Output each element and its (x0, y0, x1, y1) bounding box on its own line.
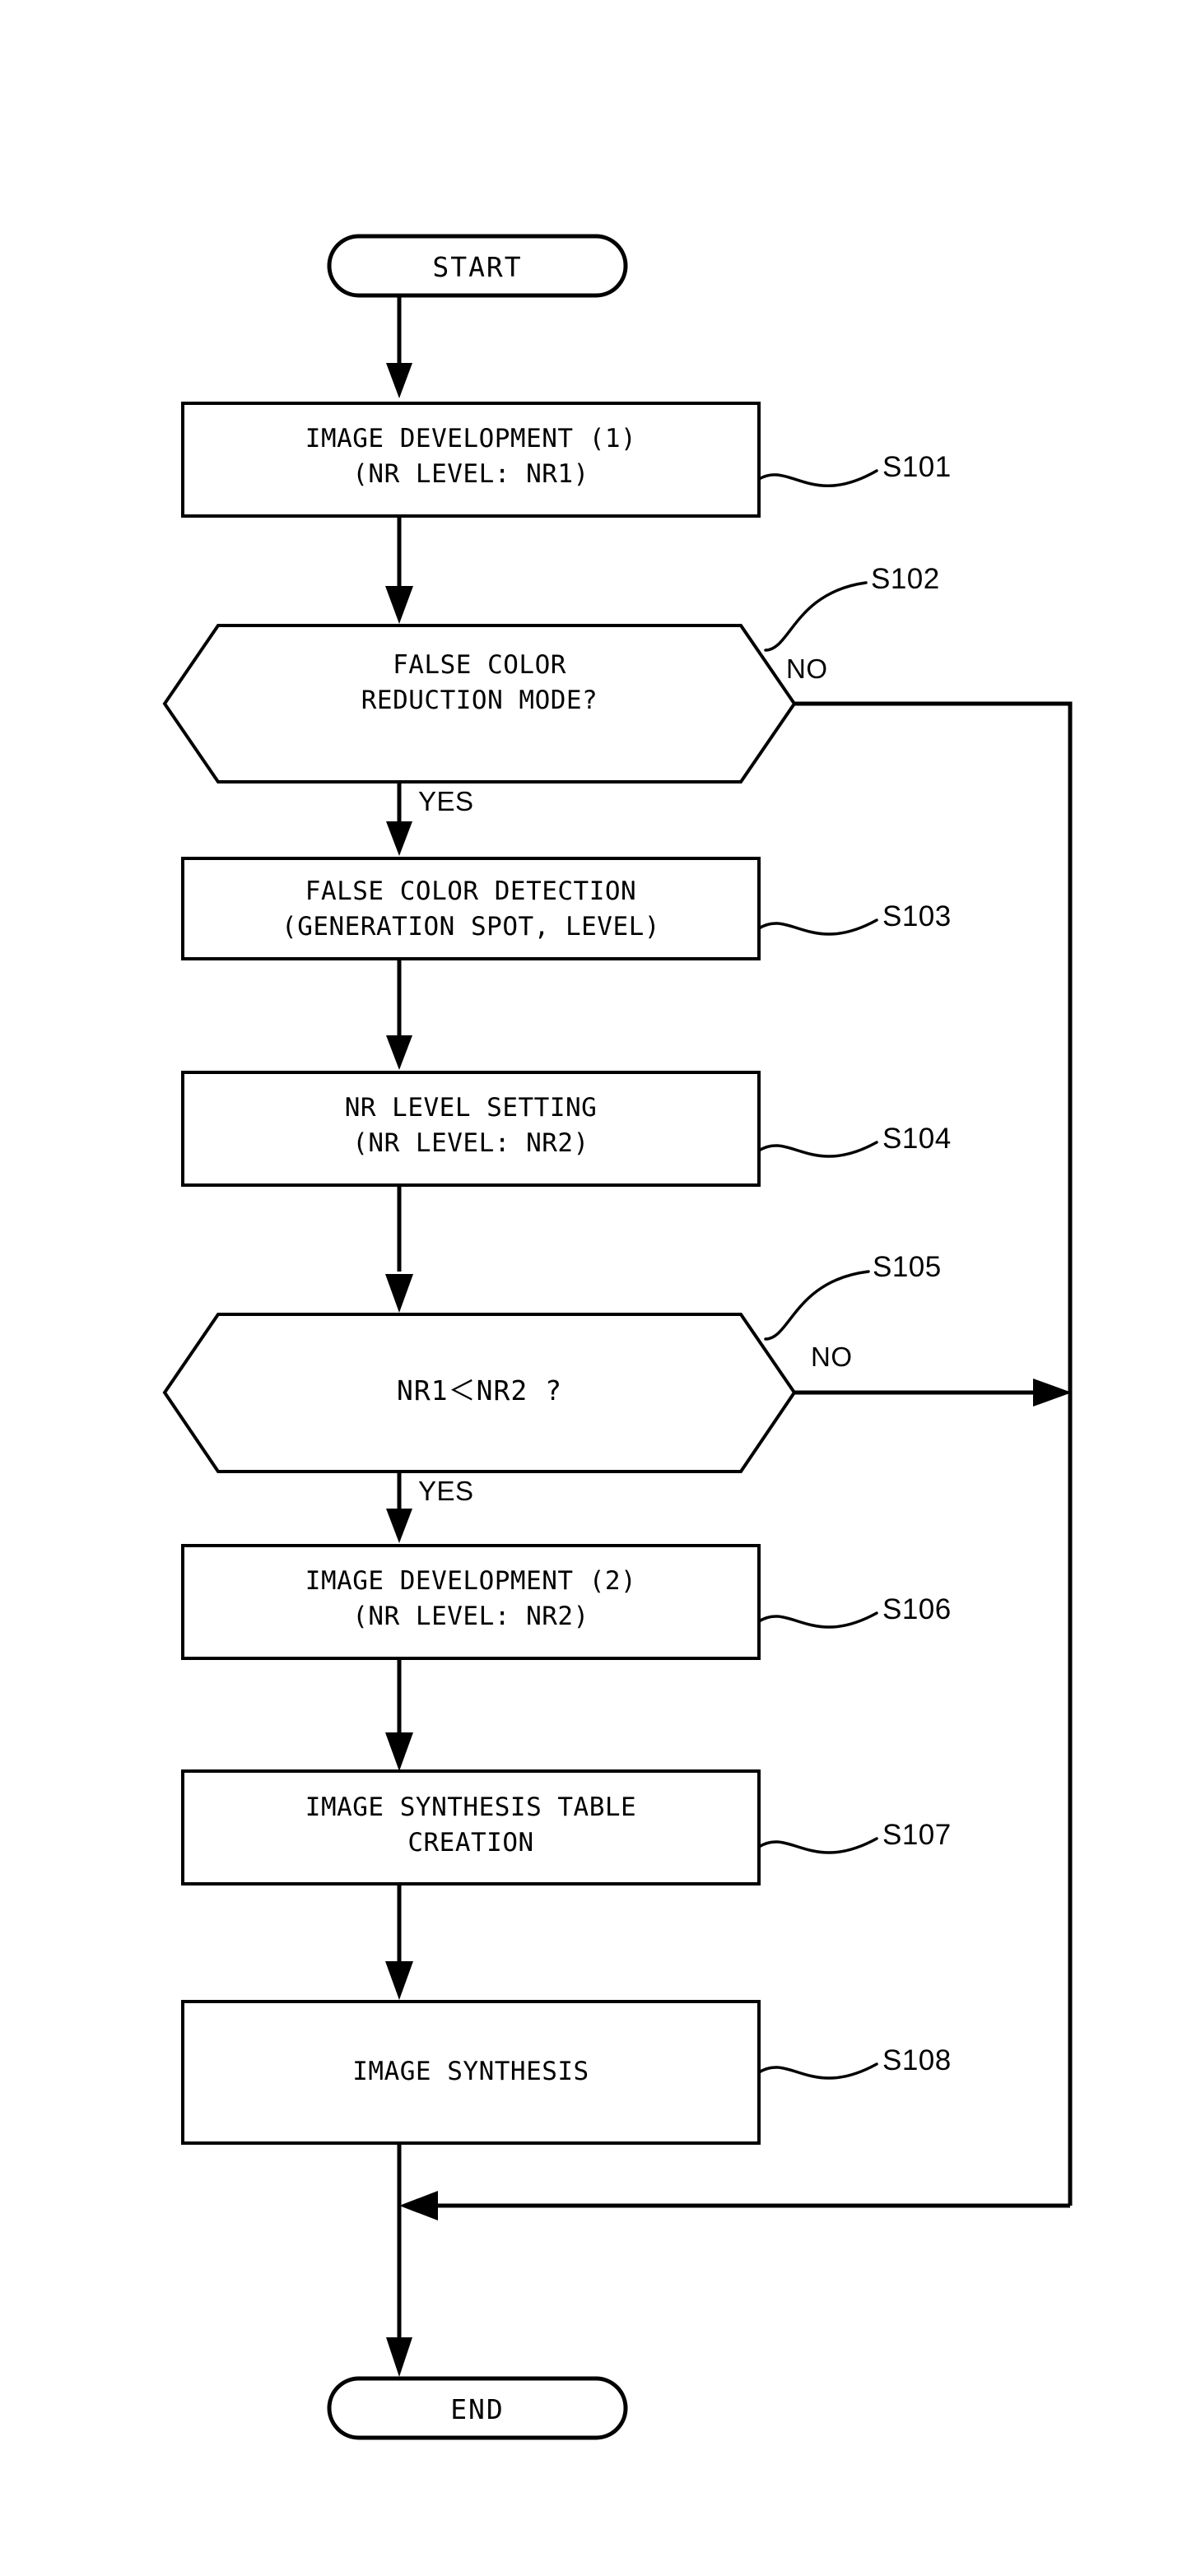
s107-process-shape (181, 1769, 761, 1886)
s104-leader-line (757, 1141, 878, 1158)
s102-no-label: NO (786, 653, 828, 684)
arrowhead-bypass-merge (399, 2191, 438, 2220)
arrowhead-to-end (386, 2337, 412, 2377)
arrowhead-s106-to-s107 (385, 1732, 413, 1771)
s108-process-shape (181, 2000, 761, 2145)
flowchart-page: START IMAGE DEVELOPMENT (1) (NR LEVEL: N… (0, 0, 1201, 2576)
s103-leader-line (757, 918, 878, 936)
end-terminator-shape (327, 2376, 628, 2440)
s105-no-label: NO (811, 1341, 853, 1372)
s105-step-label: S105 (873, 1251, 942, 1283)
arrowhead-s104-to-s105 (385, 1274, 413, 1313)
s102-decision-shape (162, 624, 797, 783)
arrowhead-s107-to-s108 (385, 1961, 413, 2000)
s108-leader-line (757, 2062, 878, 2080)
s105-yes-label: YES (418, 1476, 474, 1506)
s106-step-label: S106 (882, 1593, 952, 1625)
s105-decision-shape (162, 1313, 797, 1473)
s104-step-label: S104 (882, 1123, 952, 1155)
s105-leader-line (764, 1270, 870, 1341)
s106-process-shape (181, 1544, 761, 1660)
s102-leader-line (764, 581, 868, 652)
s107-step-label: S107 (882, 1819, 952, 1851)
s101-leader-line (757, 469, 878, 487)
s102-yes-label: YES (418, 786, 474, 816)
s101-process-shape (181, 402, 761, 518)
arrowhead-s105-to-s106 (386, 1509, 412, 1543)
arrowhead-s105-no-to-bypass (1033, 1379, 1072, 1407)
arrowhead-s102-to-s103 (386, 821, 412, 856)
s108-step-label: S108 (882, 2044, 952, 2076)
s103-step-label: S103 (882, 900, 952, 932)
s104-process-shape (181, 1071, 761, 1187)
arrowhead-start-to-s101 (386, 363, 412, 398)
s107-leader-line (757, 1837, 878, 1854)
arrowhead-s101-to-s102 (385, 586, 413, 624)
flowchart-canvas (162, 234, 1073, 2440)
start-terminator-shape (327, 234, 628, 298)
arrowhead-s103-to-s104 (386, 1035, 412, 1070)
s106-leader-line (757, 1611, 878, 1629)
s101-step-label: S101 (882, 451, 952, 483)
s102-step-label: S102 (871, 563, 940, 595)
s103-process-shape (181, 857, 761, 960)
